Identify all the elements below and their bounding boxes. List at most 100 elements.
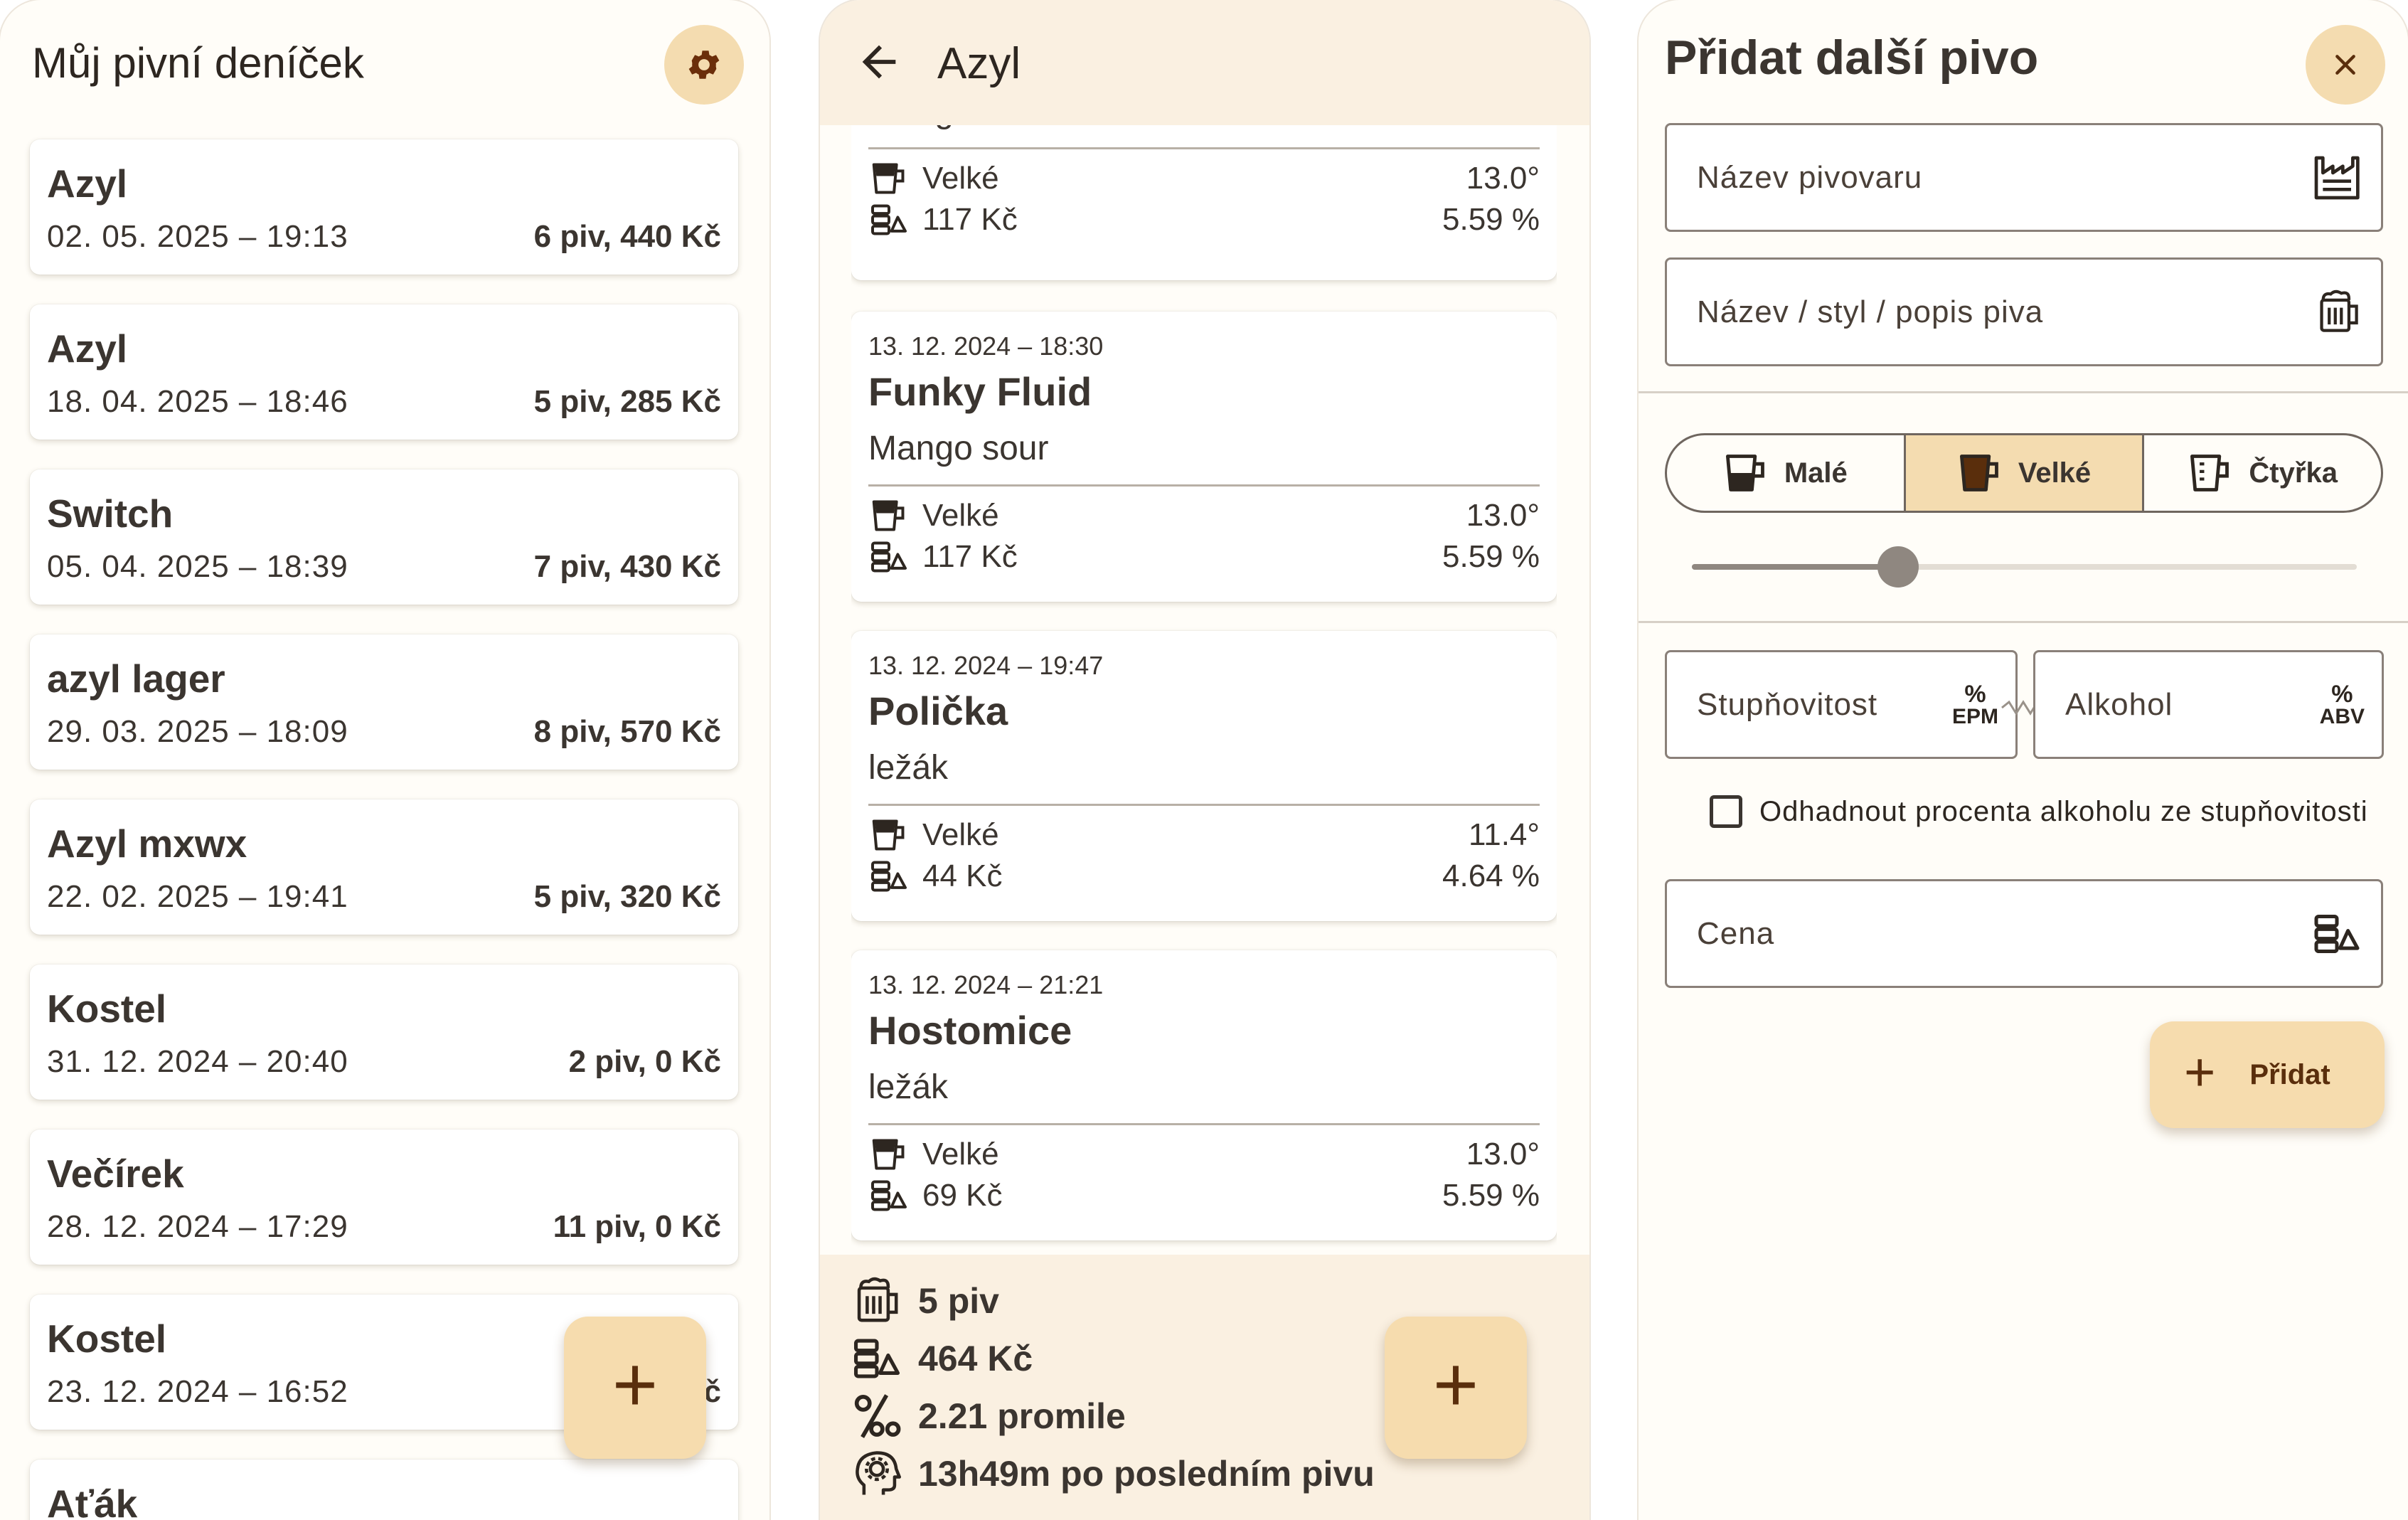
journal-card-name: azyl lager	[47, 657, 225, 701]
size-selector: Malé Velké Čtyřka	[1665, 433, 2383, 513]
mug-icon	[870, 1138, 908, 1171]
abv-icon: % ABV	[2319, 680, 2365, 728]
journal-card-name: Azyl mxwx	[47, 822, 247, 866]
page-title: Můj pivní deníček	[32, 39, 364, 87]
epm-icon: % EPM	[1951, 680, 1998, 728]
plus-icon: +	[1432, 1341, 1479, 1428]
journal-card-summary: 2 piv, 0 Kč	[568, 1044, 721, 1079]
summary-total-text: 464 Kč	[918, 1339, 1033, 1378]
coins-icon	[2313, 913, 2361, 955]
divider	[1639, 621, 2408, 623]
divider	[868, 484, 1540, 487]
journal-screen: Můj pivní deníček Azyl 02. 05. 2025 – 19…	[0, 0, 769, 1520]
coins-icon	[870, 1179, 908, 1212]
degree-placeholder: Stupňovitost	[1697, 686, 1878, 722]
size-option-ctyrka[interactable]: Čtyřka	[2142, 435, 2381, 511]
beer-abv: 5.59 %	[1442, 1178, 1540, 1213]
estimate-abv-checkbox[interactable]	[1710, 795, 1742, 828]
journal-card-summary: 6 piv, 440 Kč	[533, 219, 721, 254]
journal-card-date: 31. 12. 2024 – 20:40	[47, 1044, 348, 1079]
volume-slider[interactable]	[1692, 546, 2357, 588]
head-gear-icon	[856, 1451, 901, 1495]
estimate-abv-label: Odhadnout procenta alkoholu ze stupňovit…	[1759, 795, 2368, 827]
arrow-left-icon[interactable]	[854, 37, 904, 87]
beer-size: Velké	[922, 817, 999, 852]
alcohol-input[interactable]: Alkohol % ABV	[2033, 650, 2384, 759]
beer-card[interactable]: 13. 12. 2024 – 18:30 Funky Fluid Mango s…	[851, 312, 1557, 602]
journal-card[interactable]: Azyl 18. 04. 2025 – 18:46 5 piv, 285 Kč	[30, 304, 738, 440]
settings-button[interactable]	[664, 25, 744, 105]
add-button-label: Přidat	[2249, 1058, 2330, 1090]
alcohol-placeholder: Alkohol	[2065, 686, 2173, 722]
app-bar: Azyl	[820, 0, 1589, 125]
journal-card[interactable]: Azyl 02. 05. 2025 – 19:13 6 piv, 440 Kč	[30, 139, 738, 275]
summary-since-last: 13h49m po posledním pivu	[853, 1449, 1375, 1499]
beer-size: Velké	[922, 1137, 999, 1171]
beer-card[interactable]: 13. 12. 2024 – 19:47 Polička ležák Velké…	[851, 631, 1557, 921]
add-session-button[interactable]: +	[564, 1317, 706, 1459]
beer-degree: 13.0°	[1466, 1137, 1540, 1171]
coins-icon	[870, 203, 908, 236]
divider	[1639, 391, 2408, 393]
beer-mug-icon	[857, 1277, 898, 1322]
journal-card-date: 22. 02. 2025 – 19:41	[47, 879, 348, 914]
beer-card[interactable]: 13. 12. 2024 – 21:21 Hostomice ležák Vel…	[851, 950, 1557, 1240]
summary-since-last-text: 13h49m po posledním pivu	[918, 1454, 1375, 1494]
beer-brewery: Funky Fluid	[868, 369, 1092, 414]
plus-icon: +	[2184, 1042, 2216, 1102]
journal-card-name: Switch	[47, 491, 174, 536]
summary-total: 464 Kč	[853, 1334, 1033, 1383]
journal-card-name: Azyl	[47, 161, 128, 206]
beer-time: 13. 12. 2024 – 21:21	[868, 970, 1104, 999]
journal-card-summary: 11 piv, 0 Kč	[553, 1209, 721, 1244]
beer-abv: 4.64 %	[1442, 859, 1540, 893]
divider	[868, 147, 1540, 149]
beer-price: 117 Kč	[922, 202, 1018, 237]
coins-icon	[853, 1334, 901, 1383]
journal-card-summary: 7 piv, 430 Kč	[533, 549, 721, 584]
price-placeholder: Cena	[1697, 915, 1775, 951]
journal-card-date: 23. 12. 2024 – 16:52	[47, 1374, 348, 1409]
journal-card[interactable]: Switch 05. 04. 2025 – 18:39 7 piv, 430 K…	[30, 469, 738, 605]
size-label: Malé	[1784, 457, 1848, 489]
beer-price: 117 Kč	[922, 539, 1018, 574]
close-button[interactable]	[2306, 25, 2385, 105]
beer-degree: 13.0°	[1466, 498, 1540, 533]
size-label: Velké	[2018, 457, 2092, 489]
volume-slider-thumb[interactable]	[1877, 546, 1919, 588]
size-option-velke[interactable]: Velké	[1903, 435, 2143, 511]
journal-card-summary: 5 piv, 285 Kč	[533, 384, 721, 419]
journal-card-name: Azyl	[47, 326, 128, 371]
mug-icon	[870, 499, 908, 532]
journal-card[interactable]: Večírek 28. 12. 2024 – 17:29 11 piv, 0 K…	[30, 1130, 738, 1265]
beer-brewery: Hostomice	[868, 1008, 1072, 1053]
large-glass-icon	[1959, 455, 1998, 491]
size-option-male[interactable]: Malé	[1667, 435, 1904, 511]
beer-time: 13. 12. 2024 – 18:30	[868, 331, 1104, 361]
journal-card[interactable]: Azyl mxwx 22. 02. 2025 – 19:41 5 piv, 32…	[30, 799, 738, 935]
degree-input[interactable]: Stupňovitost % EPM	[1665, 650, 2018, 759]
beer-price: 44 Kč	[922, 859, 1003, 893]
beer-size: Velké	[922, 161, 999, 196]
summary-count: 5 piv	[853, 1276, 999, 1326]
summary-promile: 2.21 promile	[853, 1391, 1126, 1441]
journal-card-summary: č	[703, 1374, 721, 1409]
page-title: Azyl	[937, 39, 1021, 88]
price-input[interactable]: Cena	[1665, 879, 2383, 988]
brewery-input[interactable]: Název pivovaru	[1665, 123, 2383, 232]
journal-card-name: Kostel	[47, 987, 167, 1031]
summary-promile-text: 2.21 promile	[918, 1396, 1126, 1436]
beer-style: Mango sour	[868, 430, 1049, 467]
journal-card[interactable]: azyl lager 29. 03. 2025 – 18:09 8 piv, 5…	[30, 634, 738, 770]
journal-card-date: 05. 04. 2025 – 18:39	[47, 549, 348, 584]
beer-name-input[interactable]: Název / styl / popis piva	[1665, 257, 2383, 366]
journal-card-summary: 5 piv, 320 Kč	[533, 879, 721, 914]
journal-card-name: Aťák	[47, 1482, 138, 1520]
journal-card-date: 18. 04. 2025 – 18:46	[47, 384, 348, 419]
beer-time: 13. 12. 2024 – 19:47	[868, 651, 1104, 680]
add-button[interactable]: + Přidat	[2150, 1021, 2385, 1128]
journal-card[interactable]: Aťák	[30, 1460, 738, 1520]
journal-card[interactable]: Kostel 31. 12. 2024 – 20:40 2 piv, 0 Kč	[30, 964, 738, 1100]
estimate-abv-row[interactable]: Odhadnout procenta alkoholu ze stupňovit…	[1710, 795, 2368, 828]
add-beer-button[interactable]: +	[1385, 1317, 1527, 1459]
